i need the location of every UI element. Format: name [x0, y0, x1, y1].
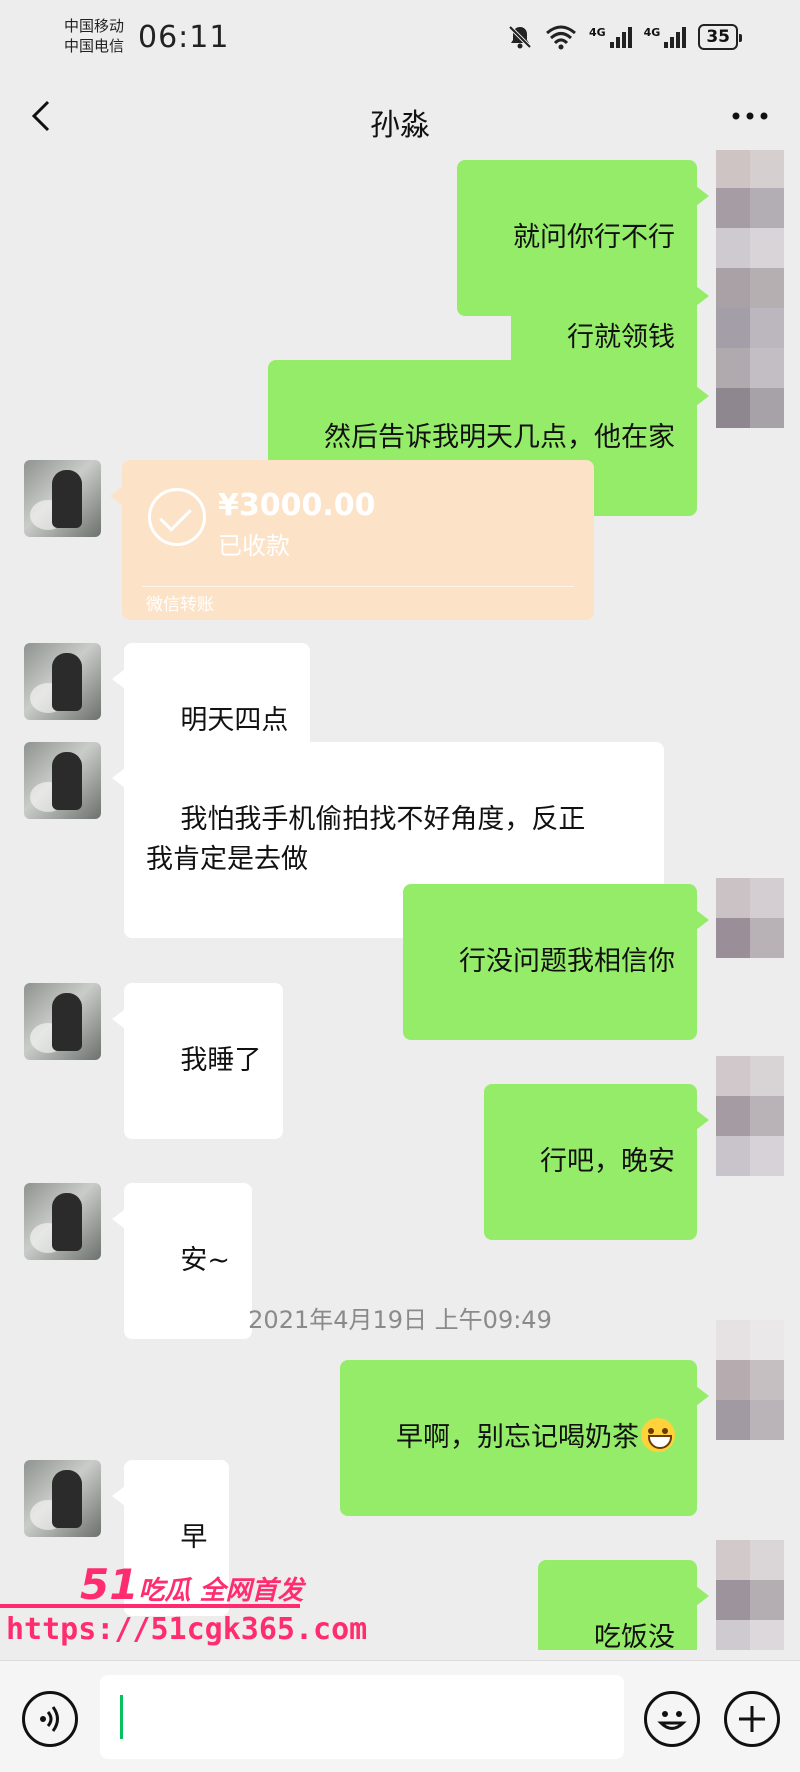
signal-2-label: 4G [643, 26, 661, 39]
outgoing-message[interactable]: 早啊，别忘记喝奶茶 [339, 1360, 710, 1516]
contact-avatar[interactable] [24, 643, 101, 720]
signal-1-icon: 4G [589, 26, 632, 48]
message-text: 然后告诉我明天几点，他在家 [324, 422, 675, 453]
message-text: 行就领钱 [567, 322, 675, 353]
transfer-card[interactable]: ¥3000.00 已收款 微信转账 [110, 460, 594, 620]
carrier-labels: 中国移动 中国电信 [64, 16, 124, 56]
watermark-line [0, 1604, 300, 1608]
voice-icon [40, 1706, 59, 1732]
incoming-message[interactable]: 我睡了 [111, 983, 284, 1139]
self-avatar[interactable] [716, 1540, 784, 1650]
message-text: 早 [180, 1522, 208, 1553]
outgoing-message[interactable]: 吃饭没 [537, 1560, 710, 1650]
message-text: 行吧，晚安 [540, 1146, 675, 1177]
plus-icon [739, 1706, 765, 1732]
outgoing-message[interactable]: 行没问题我相信你 [402, 884, 710, 1040]
outgoing-message[interactable]: 行吧，晚安 [483, 1084, 710, 1240]
contact-avatar[interactable] [24, 1183, 101, 1260]
message-text: 我怕我手机偷拍找不好角度，反正 我肯定是去做 [146, 804, 586, 875]
status-bar: 中国移动 中国电信 06:11 4G 4G 35 [0, 0, 800, 80]
transfer-amount: ¥3000.00 [218, 488, 376, 523]
timestamp: 2021年4月19日 上午09:49 [248, 1306, 552, 1334]
watermark-url: https://51cgk365.com [6, 1612, 368, 1647]
watermark-number: 51 [80, 1560, 139, 1609]
more-button[interactable] [728, 96, 772, 136]
watermark-brand-text: 吃瓜 全网首发 [138, 1576, 304, 1606]
signal-2-icon: 4G [644, 26, 687, 48]
grinning-face-icon [641, 1418, 675, 1452]
carrier-1: 中国移动 [64, 17, 125, 35]
contact-avatar[interactable] [24, 1460, 101, 1537]
chat-area[interactable]: 就问你行不行 行就领钱 然后告诉我明天几点，他在家 ¥3000.00 已收款 微… [0, 150, 800, 1650]
status-time: 06:11 [138, 20, 230, 55]
message-text: 就问你行不行 [513, 222, 675, 253]
emoji-button[interactable] [644, 1691, 700, 1747]
message-text: 明天四点 [180, 705, 289, 736]
contact-avatar[interactable] [24, 460, 101, 537]
emoji-icon [657, 1711, 687, 1730]
mute-bell-icon [508, 25, 532, 49]
status-icons: 4G 4G 35 [507, 24, 742, 50]
message-text: 行没问题我相信你 [459, 946, 675, 977]
voice-button[interactable] [22, 1691, 78, 1747]
message-text: 安~ [180, 1245, 230, 1276]
plus-button[interactable] [724, 1691, 780, 1747]
wifi-icon [545, 25, 576, 50]
self-avatar[interactable] [716, 1056, 784, 1176]
chat-header: 孙淼 [0, 86, 800, 160]
contact-avatar[interactable] [24, 742, 101, 819]
message-input[interactable] [100, 1675, 624, 1759]
self-avatar[interactable] [716, 878, 784, 958]
transfer-divider [142, 586, 574, 587]
check-circle-icon [148, 488, 206, 546]
message-text: 我睡了 [180, 1045, 262, 1076]
transfer-status: 已收款 [218, 532, 290, 560]
chat-title: 孙淼 [370, 108, 430, 143]
transfer-source: 微信转账 [146, 595, 214, 615]
self-avatar[interactable] [716, 1320, 784, 1440]
contact-avatar[interactable] [24, 983, 101, 1060]
message-text: 吃饭没 [594, 1622, 675, 1650]
input-bar [0, 1660, 800, 1772]
carrier-2: 中国电信 [64, 37, 125, 55]
watermark-brand: 51吃瓜 全网首发 [80, 1560, 304, 1609]
more-dots-icon [732, 112, 768, 120]
watermark: 51吃瓜 全网首发 https://51cgk365.com [0, 1560, 367, 1660]
battery-indicator: 35 [698, 24, 742, 50]
text-cursor [120, 1695, 123, 1739]
message-text: 早啊，别忘记喝奶茶 [396, 1422, 639, 1453]
signal-1-label: 4G [588, 26, 606, 39]
self-avatar[interactable] [716, 150, 784, 428]
